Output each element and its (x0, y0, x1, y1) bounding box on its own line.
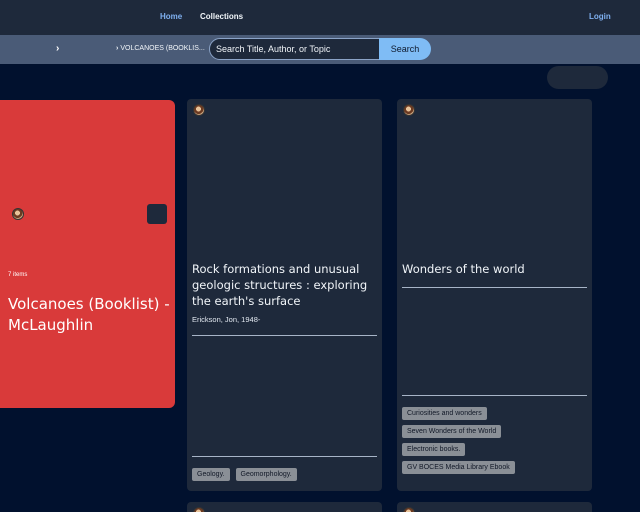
top-navigation: Home Collections Login (0, 0, 640, 35)
book-card[interactable] (187, 502, 382, 512)
breadcrumb[interactable]: › VOLCANOES (BOOKLIS... (116, 45, 205, 52)
avatar (193, 507, 205, 512)
tag-list: Curiosities and wonders Seven Wonders of… (402, 407, 590, 479)
avatar (12, 208, 24, 220)
nav-home-link[interactable]: Home (160, 12, 182, 21)
chevron-right-icon[interactable]: › (56, 43, 59, 54)
avatar (403, 104, 415, 116)
avatar (193, 104, 205, 116)
subject-tag[interactable]: Geomorphology. (235, 468, 297, 481)
divider (192, 456, 377, 457)
subject-tag[interactable]: Electronic books. (402, 443, 466, 456)
tag-list: Geology. Geomorphology. (192, 468, 380, 486)
divider (402, 287, 587, 288)
search-bar: › › VOLCANOES (BOOKLIS... Search (0, 35, 640, 64)
collection-title: Volcanoes (Booklist) - McLaughlin (8, 295, 170, 334)
nav-collections-link[interactable]: Collections (200, 12, 243, 21)
login-link[interactable]: Login (589, 12, 611, 21)
book-author: Erickson, Jon, 1948- (192, 315, 261, 324)
item-count: 7 items (8, 272, 28, 278)
book-card[interactable]: Rock formations and unusual geologic str… (187, 99, 382, 491)
search-button[interactable]: Search (379, 38, 431, 60)
book-card[interactable] (397, 502, 592, 512)
divider (402, 395, 587, 396)
subject-tag[interactable]: Curiosities and wonders (402, 407, 487, 420)
search-input[interactable] (209, 38, 381, 60)
subject-tag[interactable]: Seven Wonders of the World (402, 425, 502, 438)
book-card[interactable]: Wonders of the world Curiosities and won… (397, 99, 592, 491)
divider (192, 335, 377, 336)
avatar (403, 507, 415, 512)
book-title[interactable]: Wonders of the world (402, 261, 587, 277)
subject-tag[interactable]: GV BOCES Media Library Ebook (402, 461, 515, 474)
breadcrumb-separator-icon: › (116, 45, 119, 52)
book-title[interactable]: Rock formations and unusual geologic str… (192, 261, 377, 309)
collection-card[interactable]: 7 items Volcanoes (Booklist) - McLaughli… (0, 100, 175, 408)
options-pill-button[interactable] (547, 66, 608, 89)
collection-action-button[interactable] (147, 204, 167, 224)
breadcrumb-label: VOLCANOES (BOOKLIS... (120, 45, 205, 52)
subject-tag[interactable]: Geology. (192, 468, 230, 481)
